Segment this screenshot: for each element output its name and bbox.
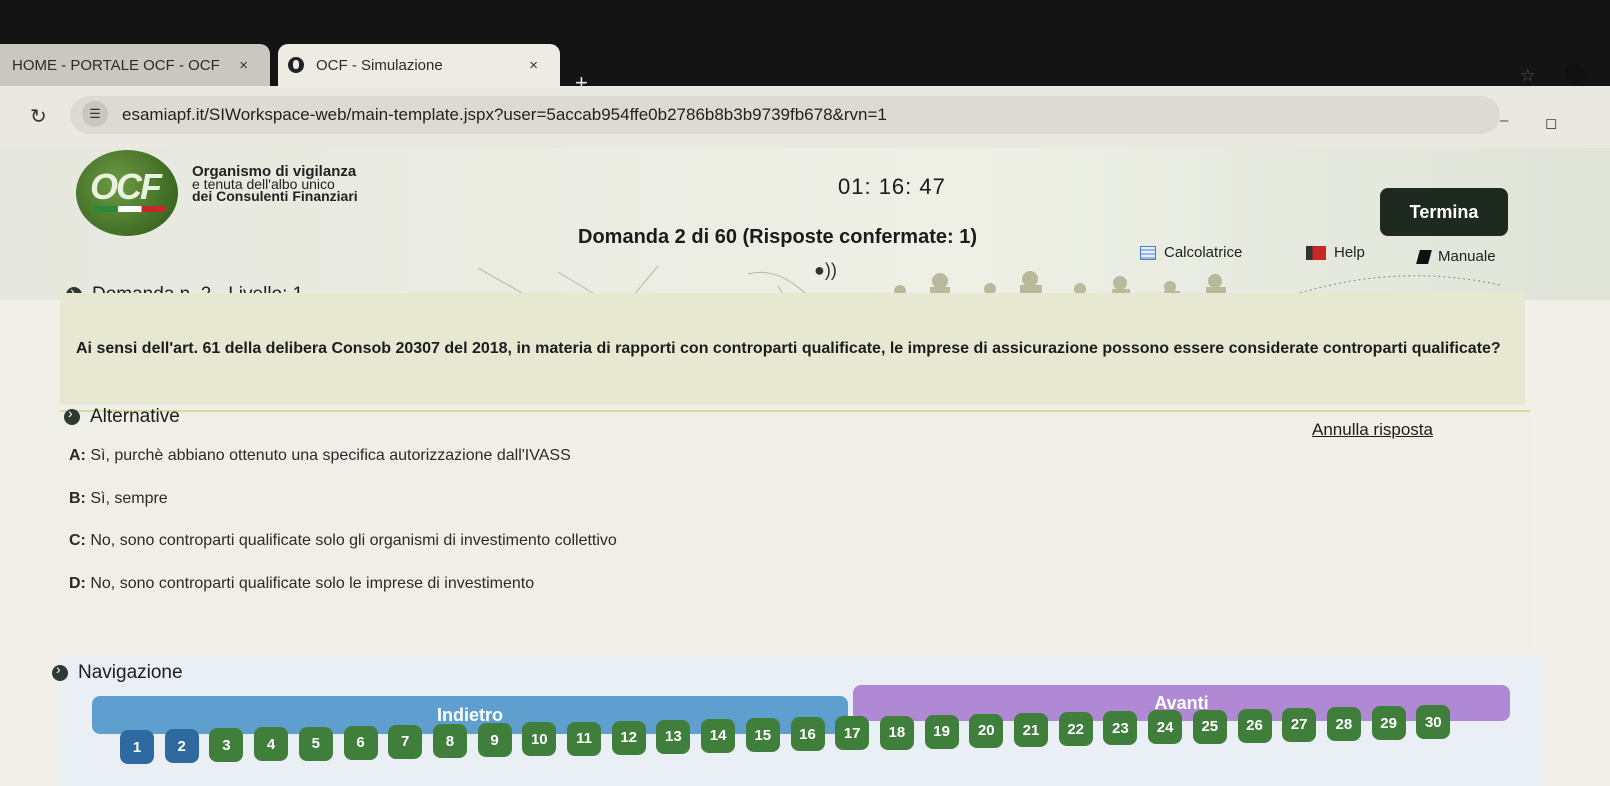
annulla-risposta-link[interactable]: Annulla risposta <box>1312 420 1433 440</box>
exam-page: OCF Organismo di vigilanza e tenuta dell… <box>0 148 1610 786</box>
question-page-button-24[interactable]: 24 <box>1148 710 1183 745</box>
browser-address-bar: ↻ ☰ esamiapf.it/SIWorkspace-web/main-tem… <box>0 86 1610 148</box>
question-page-button-11[interactable]: 11 <box>567 721 601 756</box>
countdown-timer: 01: 16: 47 <box>838 174 946 199</box>
question-page-button-14[interactable]: 14 <box>701 718 736 753</box>
section-bullet-icon <box>52 661 68 681</box>
profile-avatar[interactable] <box>1565 64 1585 84</box>
tab-label: HOME - PORTALE OCF - OCF <box>12 56 220 74</box>
option-key: B: <box>69 490 86 507</box>
tab-label: OCF - Simulazione <box>316 56 443 74</box>
question-page-button-12[interactable]: 12 <box>611 720 646 755</box>
question-page-button-17[interactable]: 17 <box>835 716 870 751</box>
question-page-button-1[interactable]: 1 <box>120 730 154 764</box>
question-page-button-7[interactable]: 7 <box>388 724 423 759</box>
option-key: A: <box>69 447 86 464</box>
question-page-button-2[interactable]: 2 <box>164 729 199 764</box>
question-page-button-4[interactable]: 4 <box>254 727 289 762</box>
bookmark-star-icon[interactable]: ☆ <box>1520 66 1535 86</box>
tab-close-icon[interactable]: × <box>239 57 248 74</box>
question-progress: Domanda 2 di 60 (Risposte confermate: 1) <box>578 226 977 248</box>
reload-icon[interactable]: ↻ <box>30 104 47 129</box>
organization-name: Organismo di vigilanza e tenuta dell'alb… <box>192 164 358 204</box>
answer-option-c[interactable]: C: No, sono controparti qualificate solo… <box>69 532 617 550</box>
question-page-button-19[interactable]: 19 <box>924 714 959 749</box>
audio-icon[interactable]: ●)) <box>814 260 837 281</box>
answer-option-a[interactable]: A: Sì, purchè abbiano ottenuto una speci… <box>69 447 571 465</box>
question-page-button-23[interactable]: 23 <box>1103 711 1138 746</box>
italian-flag-stripe <box>94 206 166 212</box>
browser-tab-bar: HOME - PORTALE OCF - OCF × OCF - Simulaz… <box>0 0 1610 94</box>
question-page-button-30[interactable]: 30 <box>1416 705 1451 740</box>
option-text: No, sono controparti qualificate solo le… <box>90 575 535 592</box>
org-line-3: dei Consulenti Finanziari <box>192 188 358 204</box>
tab-home-portale[interactable]: HOME - PORTALE OCF - OCF × <box>0 44 270 86</box>
answer-option-d[interactable]: D: No, sono controparti qualificate solo… <box>69 575 534 593</box>
book-icon <box>1416 249 1432 264</box>
maximize-icon[interactable]: ◻ <box>1545 114 1557 132</box>
question-page-button-10[interactable]: 10 <box>522 722 557 757</box>
option-text: Sì, sempre <box>90 490 168 507</box>
logo-text: OCF <box>90 166 162 207</box>
help-icon <box>1306 245 1326 260</box>
question-page-button-29[interactable]: 29 <box>1371 706 1406 741</box>
question-page-button-25[interactable]: 25 <box>1192 709 1227 744</box>
tab-close-icon[interactable]: × <box>529 57 538 74</box>
site-settings-icon[interactable]: ☰ <box>82 101 108 127</box>
question-page-button-9[interactable]: 9 <box>477 723 512 758</box>
site-favicon-icon <box>288 57 304 73</box>
tab-ocf-simulazione[interactable]: OCF - Simulazione × <box>278 44 560 86</box>
question-text: Ai sensi dell'art. 61 della delibera Con… <box>76 340 1501 357</box>
url-text[interactable]: esamiapf.it/SIWorkspace-web/main-templat… <box>122 105 887 125</box>
question-page-button-3[interactable]: 3 <box>209 728 244 763</box>
question-page-button-26[interactable]: 26 <box>1237 708 1272 743</box>
calculator-icon <box>1140 245 1156 260</box>
question-page-button-22[interactable]: 22 <box>1058 712 1093 747</box>
ocf-logo: OCF <box>76 150 178 236</box>
question-page-button-5[interactable]: 5 <box>298 726 333 761</box>
question-page-button-6[interactable]: 6 <box>343 725 378 760</box>
minimize-icon[interactable]: – <box>1500 112 1508 129</box>
omnibox[interactable]: ☰ esamiapf.it/SIWorkspace-web/main-templ… <box>70 96 1500 134</box>
question-page-button-18[interactable]: 18 <box>879 715 914 750</box>
answer-option-b[interactable]: B: Sì, sempre <box>69 490 168 508</box>
option-text: No, sono controparti qualificate solo gl… <box>90 532 617 549</box>
question-page-button-21[interactable]: 21 <box>1014 713 1048 747</box>
alternatives-title: Alternative <box>90 406 180 427</box>
question-page-button-13[interactable]: 13 <box>656 719 691 754</box>
question-page-button-27[interactable]: 27 <box>1282 707 1317 742</box>
calculator-label: Calcolatrice <box>1164 244 1243 261</box>
option-key: D: <box>69 575 86 592</box>
section-bullet-icon <box>64 405 80 425</box>
question-page-button-16[interactable]: 16 <box>790 717 825 752</box>
termina-button[interactable]: Termina <box>1380 188 1508 236</box>
question-page-button-15[interactable]: 15 <box>745 718 780 753</box>
help-button[interactable]: Help <box>1306 244 1365 261</box>
question-page-button-8[interactable]: 8 <box>432 724 467 759</box>
help-label: Help <box>1334 244 1365 261</box>
calculator-button[interactable]: Calcolatrice <box>1140 244 1242 261</box>
question-page-button-28[interactable]: 28 <box>1326 707 1361 742</box>
question-page-button-20[interactable]: 20 <box>969 713 1004 748</box>
option-text: Sì, purchè abbiano ottenuto una specific… <box>90 447 571 464</box>
option-key: C: <box>69 532 86 549</box>
alternatives-header: Alternative <box>64 405 180 428</box>
navigation-header: Navigazione <box>52 661 183 684</box>
navigation-title: Navigazione <box>78 662 183 683</box>
